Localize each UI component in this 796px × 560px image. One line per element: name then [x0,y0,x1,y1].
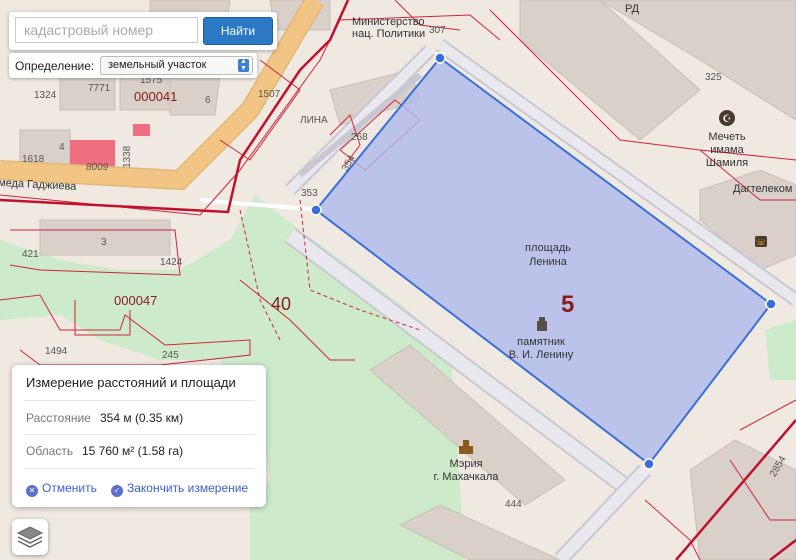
poi-mosque-line1: Мечеть [708,131,746,143]
poi-square-line1: площадь [525,242,571,254]
find-button[interactable]: Найти [203,17,273,45]
search-panel: Найти [9,12,277,50]
parcel-number: 1424 [160,257,183,268]
cancel-measurement-button[interactable]: ✕ Отменить [26,481,97,497]
area-value: 15 760 м² (1.58 га) [82,444,184,458]
parcel-number: 1338 [122,145,133,168]
poi-mayor-line2: г. Махачкала [434,471,500,483]
parcel-number: 1324 [34,90,57,101]
poi-monument-line1: памятник [517,336,565,348]
definition-label: Определение: [15,59,95,73]
divider [24,400,254,401]
definition-select[interactable]: земельный участок ▲ ▼ [100,56,253,75]
block-number-5: 5 [561,291,574,318]
poi-ministry-line2: нац. Политики [352,28,425,40]
parcel-number: 444 [505,499,522,510]
parcel-number: 3 [101,237,107,248]
parcel-number: ЛИНА [300,115,328,126]
poi-ministry-line1: Министерство [352,16,425,28]
poi-mayor-line1: Мэрия [449,458,482,470]
parcel-number: 1618 [22,154,45,165]
parcel-number: 7771 [88,83,111,94]
divider [24,434,254,435]
poi-monument-line2: В. И. Ленину [509,349,574,361]
layers-icon [16,526,44,548]
parcel-number: 1494 [45,346,68,357]
parcel-number: 245 [162,350,179,361]
mosque-icon: ☪ [719,110,735,126]
block-number-40: 40 [271,294,291,314]
svg-text:☪: ☪ [723,114,732,125]
parcel-number: Дагтелеком [733,183,792,195]
parcel-number: 4 [59,142,65,153]
measure-vertex[interactable] [643,458,655,470]
measure-vertex[interactable] [434,52,446,64]
parcel-number: РД [625,3,640,15]
distance-label: Расстояние [26,411,91,425]
measure-vertex[interactable] [765,298,777,310]
poi-mosque-line3: Шамиля [706,157,748,169]
svg-text:☏: ☏ [756,238,766,247]
parcel-number: 268 [351,132,368,143]
parcel-number: 1507 [258,89,281,100]
parcel-number: 6 [205,95,211,106]
parcel-number: 325 [705,72,722,83]
area-label: Область [26,444,74,458]
measure-panel: Измерение расстояний и площади Расстояни… [12,365,266,507]
definition-panel: Определение: земельный участок ▲ ▼ [9,53,257,78]
cadastral-search-input[interactable] [15,17,198,43]
poi-mosque-line2: имама [710,144,744,156]
definition-selected-value: земельный участок [108,59,207,71]
parcel-number: 353 [301,188,318,199]
divider [24,468,254,469]
parcel-number: 8009 [86,162,109,173]
select-arrows-icon: ▲ ▼ [238,58,249,72]
measure-vertex[interactable] [310,204,322,216]
finish-measurement-button[interactable]: ✓ Закончить измерение [111,481,248,497]
distance-value: 354 м (0.35 км) [100,411,184,425]
measure-title: Измерение расстояний и площади [26,375,236,390]
parcel-number: 421 [22,249,39,260]
finish-label: Закончить измерение [127,481,249,495]
telephone-icon: ☏ [755,236,767,247]
cancel-label: Отменить [42,481,97,495]
layers-button[interactable] [12,519,48,555]
poi-square-line2: Ленина [529,256,568,268]
check-icon: ✓ [111,485,123,497]
parcel-number: 307 [429,25,446,36]
close-icon: ✕ [26,485,38,497]
parcel-number: 000047 [114,293,157,308]
parcel-number: 000041 [134,89,177,104]
